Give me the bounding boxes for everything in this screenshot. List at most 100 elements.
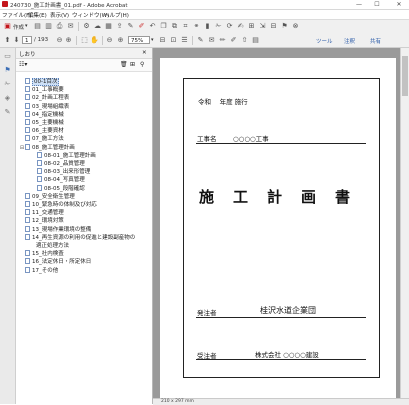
bookmark-item[interactable]: 08-05_段階確認 bbox=[31, 184, 85, 193]
bookmark-item[interactable]: 06_主要資材 bbox=[19, 127, 64, 135]
bookmark-item[interactable]: 02_計画工程表 bbox=[19, 94, 69, 102]
save-icon[interactable]: ▥ bbox=[44, 22, 53, 31]
email-icon[interactable]: ✉ bbox=[66, 22, 75, 31]
bookmark-label: 08-03_出来形管理 bbox=[44, 169, 91, 176]
bookmark-label: 01_工事概要 bbox=[32, 87, 64, 94]
bookmark-item[interactable]: 09_安全衛生管理 bbox=[19, 192, 75, 201]
next-page-icon[interactable]: ⬇ bbox=[12, 36, 21, 45]
protect-icon[interactable]: ⊗ bbox=[291, 22, 300, 31]
form-icon[interactable]: ▤ bbox=[251, 36, 260, 45]
compare-icon[interactable]: ⊟ bbox=[269, 22, 278, 31]
highlight-text-icon[interactable]: ✏ bbox=[218, 36, 227, 45]
comment-icon[interactable]: ✍ bbox=[236, 22, 245, 31]
bookmark-item[interactable]: 14_再生資源の利用の促進と建設副産物の 適正処理方法 bbox=[19, 233, 135, 250]
stamp-icon[interactable]: ⊞ bbox=[247, 22, 256, 31]
bookmark-item[interactable]: 01_工事概要 bbox=[19, 86, 64, 94]
bookmark-item[interactable]: ⊟ 08_施工管理計画 bbox=[19, 143, 75, 152]
page-thumbnails-icon[interactable]: ▭ bbox=[3, 52, 12, 61]
bookmark-item[interactable]: 03_現場組織表 bbox=[19, 102, 69, 111]
highlight-icon[interactable]: ✐ bbox=[137, 22, 146, 31]
bookmark-item[interactable]: 05_主要機械 bbox=[19, 119, 64, 127]
cloud-icon[interactable]: ☁ bbox=[93, 22, 102, 31]
open-folder-icon[interactable]: ▤ bbox=[33, 22, 42, 31]
export-icon[interactable]: ⇪ bbox=[115, 22, 124, 31]
zoom-out-icon[interactable]: ⊖ bbox=[105, 36, 114, 45]
bookmark-page-icon bbox=[25, 102, 30, 109]
create-dropdown-icon[interactable]: ▾ bbox=[25, 23, 28, 29]
maximize-button[interactable]: ☐ bbox=[370, 0, 384, 9]
minimize-button[interactable]: — bbox=[352, 0, 366, 9]
crop-icon[interactable]: ⌗ bbox=[181, 22, 190, 31]
bookmark-item[interactable]: 04_指定機械 bbox=[19, 110, 64, 119]
bookmark-label: 15_社内検査 bbox=[32, 251, 64, 258]
read-mode-icon[interactable]: ☰ bbox=[180, 36, 189, 45]
close-button[interactable]: ✕ bbox=[392, 0, 406, 9]
link-icon[interactable]: ⚭ bbox=[192, 22, 201, 31]
new-bookmark-icon[interactable]: ⊞ bbox=[130, 61, 135, 68]
bookmarks-panel: しおり ✕ ☷▾ 🗑 ⊞ ⚲ 00-1目次 01_工事概要 02_計画工程表 03_現… bbox=[16, 48, 153, 404]
bookmark-item[interactable]: 16_法定休日・所定休日 bbox=[19, 258, 91, 266]
menu-edit[interactable]: 編集(E) bbox=[28, 11, 47, 19]
undo-icon[interactable]: ↶ bbox=[148, 22, 157, 31]
bookmark-item[interactable]: 08-03_出来形管理 bbox=[31, 168, 90, 176]
bookmark-item[interactable]: 00-1目次 bbox=[19, 78, 60, 86]
create-button[interactable]: 作成 bbox=[13, 23, 24, 31]
first-page-icon[interactable]: ⊖ bbox=[55, 36, 64, 45]
bookmark-item[interactable]: 17_その他 bbox=[19, 266, 58, 275]
scrollbar-thumb[interactable] bbox=[402, 56, 408, 96]
bookmark-item[interactable]: 15_社内検査 bbox=[19, 250, 64, 258]
bookmark-item[interactable]: 08-01_施工管理計画 bbox=[31, 151, 96, 160]
hand-tool-icon[interactable]: ✋ bbox=[90, 36, 99, 45]
attachments-icon[interactable]: ✁ bbox=[3, 80, 12, 89]
rotate-icon[interactable]: ⟳ bbox=[225, 22, 234, 31]
era-line: 令和 年度 施行 bbox=[198, 98, 248, 106]
comment-link[interactable]: 注釈 bbox=[344, 37, 355, 45]
print-icon[interactable]: ⎙ bbox=[55, 22, 64, 31]
menu-help[interactable]: ヘルプ(H) bbox=[104, 11, 129, 19]
bookmark-item[interactable]: 10_緊急時の体制及び対応 bbox=[19, 201, 97, 209]
fit-width-icon[interactable]: ⊡ bbox=[169, 36, 178, 45]
options-menu-icon[interactable]: ☷▾ bbox=[19, 61, 27, 68]
redact-icon[interactable]: ▮ bbox=[203, 22, 212, 31]
bookmark-item[interactable]: 07_施工方法 bbox=[19, 135, 64, 143]
tools-link[interactable]: ツール bbox=[316, 37, 333, 45]
menu-view[interactable]: 表示(V) bbox=[50, 11, 69, 19]
settings-gear-icon[interactable]: ⚙ bbox=[82, 22, 91, 31]
text-edit-icon[interactable]: ✎ bbox=[196, 36, 205, 45]
last-page-icon[interactable]: ⊕ bbox=[64, 36, 73, 45]
vertical-scrollbar[interactable] bbox=[400, 48, 409, 398]
markup-icon[interactable]: ✐ bbox=[229, 36, 238, 45]
find-bookmark-icon[interactable]: ⚲ bbox=[140, 61, 144, 68]
zoom-dropdown-icon[interactable]: ▾ bbox=[151, 37, 154, 43]
attach-icon[interactable]: ✁ bbox=[214, 22, 223, 31]
share-link[interactable]: 共有 bbox=[370, 37, 381, 45]
sticky-note-icon[interactable]: ✉ bbox=[207, 36, 216, 45]
delete-bookmark-icon[interactable]: 🗑 bbox=[120, 61, 128, 68]
layers-icon[interactable]: ◈ bbox=[3, 94, 12, 103]
page-number-input[interactable]: 1 bbox=[22, 36, 32, 44]
bookmarks-icon[interactable]: ⚑ bbox=[3, 66, 12, 75]
bookmark-item[interactable]: 08-04_写真管理 bbox=[31, 176, 85, 184]
create-pdf-icon[interactable]: ▣ bbox=[3, 22, 12, 31]
fit-page-icon[interactable]: ⊟ bbox=[158, 36, 167, 45]
print-production-icon[interactable]: ▦ bbox=[104, 22, 113, 31]
bookmark-add-icon[interactable]: ⚑ bbox=[280, 22, 289, 31]
bookmark-item[interactable]: 12_環境対策 bbox=[19, 217, 64, 225]
zoom-in-icon[interactable]: ⊕ bbox=[116, 36, 125, 45]
bookmark-page-icon bbox=[25, 201, 30, 207]
select-cursor-icon[interactable]: ⬚ bbox=[80, 36, 89, 45]
bookmark-item[interactable]: 08-02_品質管理 bbox=[31, 160, 85, 168]
bookmark-item[interactable]: 13_現場作業環境の整備 bbox=[19, 225, 91, 234]
measure-icon[interactable]: ⇲ bbox=[258, 22, 267, 31]
copy-icon[interactable]: ❐ bbox=[159, 22, 168, 31]
signatures-icon[interactable]: ✎ bbox=[3, 108, 12, 117]
previous-page-icon[interactable]: ⬆ bbox=[3, 36, 12, 45]
bookmark-page-icon bbox=[25, 192, 30, 199]
zoom-level-input[interactable]: 75% bbox=[128, 36, 150, 44]
sign-pen-icon[interactable]: ✎ bbox=[126, 22, 135, 31]
bookmark-item[interactable]: 11_交通管理 bbox=[19, 209, 64, 217]
share-icon[interactable]: ⇧ bbox=[240, 36, 249, 45]
bookmark-page-icon bbox=[25, 233, 30, 240]
pages-icon[interactable]: ⧉ bbox=[170, 22, 179, 31]
close-panel-icon[interactable]: ✕ bbox=[142, 50, 147, 56]
